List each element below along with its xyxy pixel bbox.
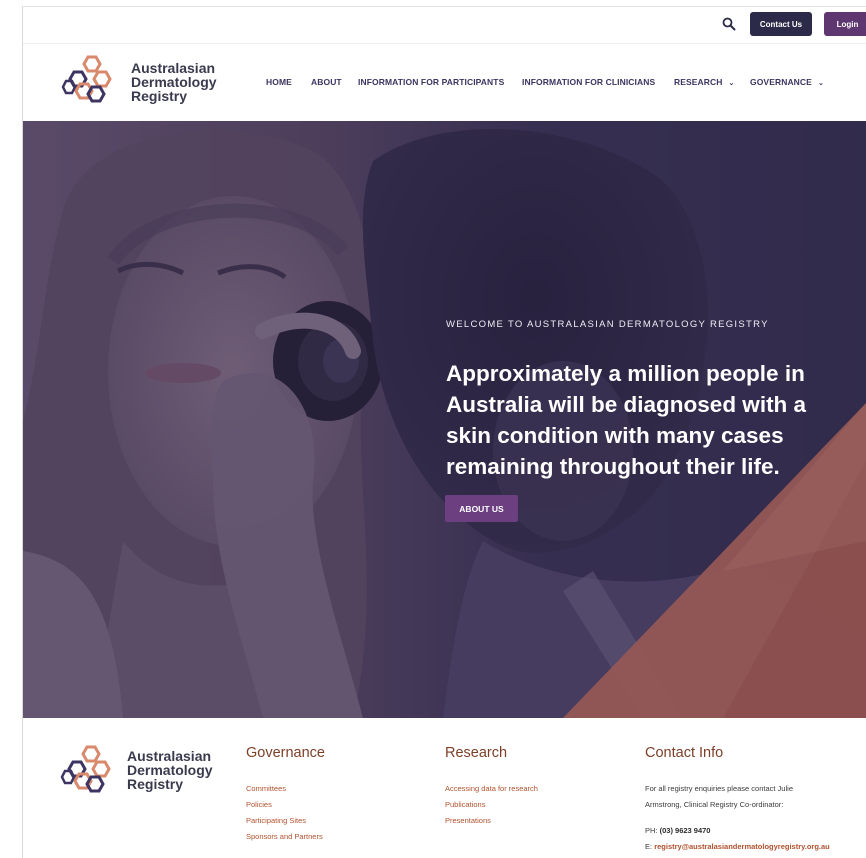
logo-line: Australasian [131,60,216,76]
logo-line: Registry [127,776,184,792]
nav-home[interactable]: HOME [266,77,292,87]
login-button[interactable]: Login [824,12,866,36]
footer-contact-column: Contact Info For all registry enquiries … [645,745,830,855]
logo-line: Dermatology [127,762,213,778]
logo-wordmark[interactable]: Australasian Dermatology Registry [131,61,217,103]
footer-governance-heading: Governance [246,745,325,761]
chevron-down-icon: ⌄ [728,80,735,87]
nav-about[interactable]: ABOUT [311,77,342,87]
hero-title: Approximately a million people in Austra… [446,361,807,479]
email-label: E: [645,842,653,851]
footer-research-heading: Research [445,745,508,761]
contact-intro-line: For all registry enquiries please contac… [645,784,793,793]
footer-link-policies[interactable]: Policies [246,797,325,813]
nav-governance-label: GOVERNANCE [750,77,812,87]
nav-research[interactable]: RESEARCH ⌄ [674,77,734,87]
footer-link-publications[interactable]: Publications [445,797,538,813]
hero-eyebrow: WELCOME TO AUSTRALASIAN DERMATOLOGY REGI… [446,319,769,330]
footer-link-committees[interactable]: Committees [246,781,325,797]
phone-label: PH: [645,826,658,835]
search-icon[interactable] [721,16,737,32]
footer-governance-column: Governance Committees Policies Participa… [246,745,325,845]
page: Contact Us Login Australasian Dermatolog… [0,0,866,858]
nav-research-label: RESEARCH [674,77,723,87]
footer-contact-heading: Contact Info [645,745,724,761]
footer-logo-wordmark[interactable]: Australasian Dermatology Registry [127,749,213,791]
footer-research-column: Research Accessing data for research Pub… [445,745,538,829]
contact-email: E: registry@australasiandermatologyregis… [645,839,830,855]
contact-us-button[interactable]: Contact Us [750,12,812,36]
contact-phone: PH: (03) 9623 9470 [645,823,830,839]
contact-intro-line: Armstrong, Clinical Registry Co-ordinato… [645,800,784,809]
logo-line: Registry [131,88,188,104]
nav-information-for-clinicians[interactable]: INFORMATION FOR CLINICIANS [522,77,655,87]
hero-banner: WELCOME TO AUSTRALASIAN DERMATOLOGY REGI… [23,121,866,718]
logo-line: Australasian [127,748,212,764]
footer-link-participating-sites[interactable]: Participating Sites [246,813,325,829]
email-link[interactable]: registry@australasiandermatologyregistry… [654,842,830,851]
registry-logo-icon[interactable] [59,742,119,800]
chevron-down-icon: ⌄ [817,80,824,87]
about-us-button[interactable]: ABOUT US [445,495,518,522]
utility-bar: Contact Us Login [23,7,866,44]
footer-link-presentations[interactable]: Presentations [445,813,538,829]
phone-number[interactable]: (03) 9623 9470 [660,826,711,835]
registry-logo-icon[interactable] [60,54,120,108]
site-footer: Australasian Dermatology Registry Govern… [23,718,866,858]
site-header: Australasian Dermatology Registry HOME A… [23,44,866,121]
nav-information-for-participants[interactable]: INFORMATION FOR PARTICIPANTS [358,77,504,87]
nav-governance[interactable]: GOVERNANCE ⌄ [750,77,824,87]
footer-link-sponsors-and-partners[interactable]: Sponsors and Partners [246,829,325,845]
logo-line: Dermatology [131,74,217,90]
footer-link-accessing-data[interactable]: Accessing data for research [445,781,538,797]
